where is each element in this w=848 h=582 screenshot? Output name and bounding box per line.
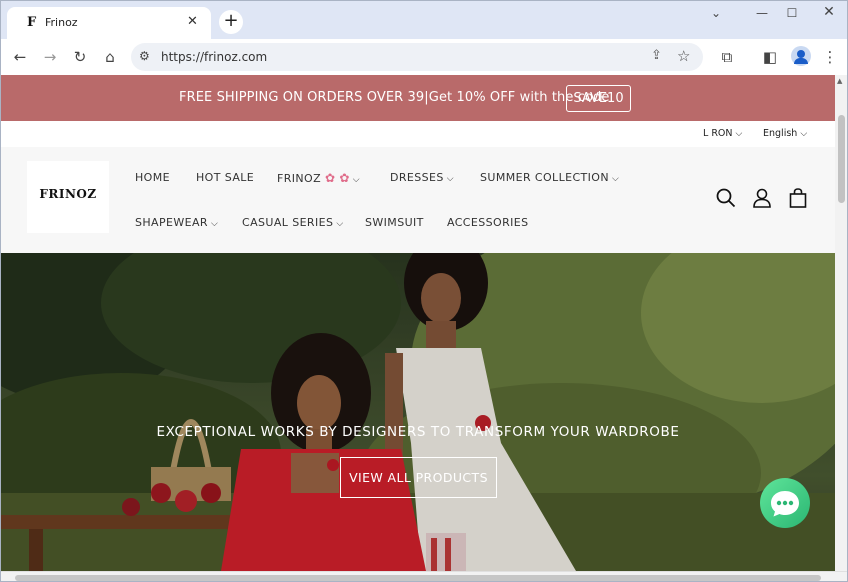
menu-icon[interactable]: ⋮ (819, 47, 841, 67)
chevron-down-icon: ⌵ (611, 174, 620, 184)
nav-item-summer-collection[interactable]: SUMMER COLLECTION ⌵ (480, 171, 619, 184)
browser-toolbar: ← → ↻ ⌂ ⚙ https://frinoz.com ⇪ ☆ ⧉ ◧ ⋮ (1, 39, 847, 75)
scroll-up-icon[interactable]: ▲ (837, 77, 842, 85)
minimize-button[interactable]: — (749, 6, 775, 20)
nav-label: SHAPEWEAR (135, 216, 208, 229)
maximize-button[interactable]: ☐ (779, 6, 805, 20)
announcement-bar: FREE SHIPPING ON ORDERS OVER 39|Get 10% … (1, 75, 835, 121)
nav-label: DRESSES (390, 171, 444, 184)
site-logo[interactable]: FRINOZ (27, 161, 109, 233)
vertical-scrollbar[interactable]: ▲ (835, 75, 847, 571)
star-icon[interactable]: ☆ (677, 47, 690, 65)
address-bar[interactable]: ⚙ https://frinoz.com ⇪ ☆ (131, 43, 703, 71)
nav-label: FRINOZ (277, 172, 322, 185)
site-info-icon[interactable]: ⚙ (139, 49, 150, 63)
home-icon[interactable]: ⌂ (99, 47, 121, 67)
hero-tagline: EXCEPTIONAL WORKS BY DESIGNERS TO TRANSF… (156, 424, 680, 440)
new-tab-button[interactable]: + (219, 10, 243, 34)
nav-item-casual-series[interactable]: CASUAL SERIES ⌵ (242, 216, 344, 229)
nav-label: ACCESSORIES (447, 216, 529, 229)
browser-tab[interactable]: F Frinoz ✕ (7, 7, 211, 39)
chevron-down-icon: ⌵ (800, 129, 808, 139)
sidebar-icon[interactable]: ◧ (759, 47, 781, 67)
cart-icon[interactable] (787, 187, 809, 209)
nav-item-accessories[interactable]: ACCESSORIES (447, 216, 529, 229)
tab-close-icon[interactable]: ✕ (187, 14, 198, 29)
reload-icon[interactable]: ↻ (69, 47, 91, 67)
nav-item-dresses[interactable]: DRESSES ⌵ (390, 171, 454, 184)
browser-window: F Frinoz ✕ + ⌄ — ☐ ✕ ← → ↻ ⌂ ⚙ https://f… (0, 0, 848, 582)
hero-banner: EXCEPTIONAL WORKS BY DESIGNERS TO TRANSF… (1, 253, 835, 571)
share-icon[interactable]: ⇪ (651, 48, 662, 63)
nav-label: SUMMER COLLECTION (480, 171, 609, 184)
back-icon[interactable]: ← (9, 47, 31, 67)
account-icon[interactable] (751, 187, 773, 209)
nav-label: HOME (135, 171, 170, 184)
chat-icon (771, 491, 799, 517)
web-page: FREE SHIPPING ON ORDERS OVER 39|Get 10% … (1, 75, 835, 571)
favicon-icon: F (27, 15, 37, 30)
discount-code-badge[interactable]: SAVE10 (566, 85, 631, 112)
horizontal-scrollbar[interactable] (1, 571, 847, 581)
site-header: FRINOZ HOME HOT SALE FRINOZ ✿ ✿ ⌵ DRESSES… (1, 147, 835, 253)
announcement-text: FREE SHIPPING ON ORDERS OVER 39|Get 10% … (179, 90, 610, 105)
nav-item-frinoz[interactable]: FRINOZ ✿ ✿ ⌵ (277, 171, 360, 185)
nav-item-hot-sale[interactable]: HOT SALE (196, 171, 254, 184)
horizontal-scrollbar-thumb[interactable] (15, 575, 821, 581)
nav-item-home[interactable]: HOME (135, 171, 170, 184)
chevron-down-icon: ⌵ (446, 174, 454, 184)
chevron-down-icon: ⌵ (352, 175, 361, 185)
flower-icon: ✿ (324, 171, 336, 185)
chevron-down-icon: ⌵ (735, 129, 743, 139)
close-window-button[interactable]: ✕ (816, 4, 842, 20)
nav-item-swimsuit[interactable]: SWIMSUIT (365, 216, 424, 229)
language-label: English (763, 128, 798, 139)
currency-selector[interactable]: L RON ⌵ (703, 128, 742, 139)
profile-icon[interactable] (791, 46, 811, 66)
url-text[interactable]: https://frinoz.com (161, 50, 267, 64)
tab-search-icon[interactable]: ⌄ (703, 6, 729, 20)
forward-icon[interactable]: → (39, 47, 61, 67)
tab-title: Frinoz (45, 16, 78, 29)
nav-item-shapewear[interactable]: SHAPEWEAR ⌵ (135, 216, 218, 229)
flower-icon: ✿ (339, 171, 350, 185)
view-all-products-button[interactable]: VIEW ALL PRODUCTS (340, 457, 497, 498)
search-icon[interactable] (715, 187, 737, 209)
tab-strip: F Frinoz ✕ + ⌄ — ☐ ✕ (1, 1, 847, 39)
scrollbar-thumb[interactable] (838, 115, 845, 203)
language-selector[interactable]: English ⌵ (763, 128, 807, 139)
currency-label: L RON (703, 128, 733, 139)
hero-image (1, 253, 835, 571)
nav-label: HOT SALE (196, 171, 255, 184)
extensions-icon[interactable]: ⧉ (716, 47, 738, 67)
chevron-down-icon: ⌵ (210, 219, 219, 229)
utility-bar: L RON ⌵ English ⌵ (1, 121, 835, 147)
nav-label: SWIMSUIT (365, 216, 424, 229)
chat-button[interactable] (760, 478, 810, 528)
chevron-down-icon: ⌵ (336, 219, 344, 229)
nav-label: CASUAL SERIES (242, 216, 334, 229)
logo-text: FRINOZ (39, 187, 97, 201)
